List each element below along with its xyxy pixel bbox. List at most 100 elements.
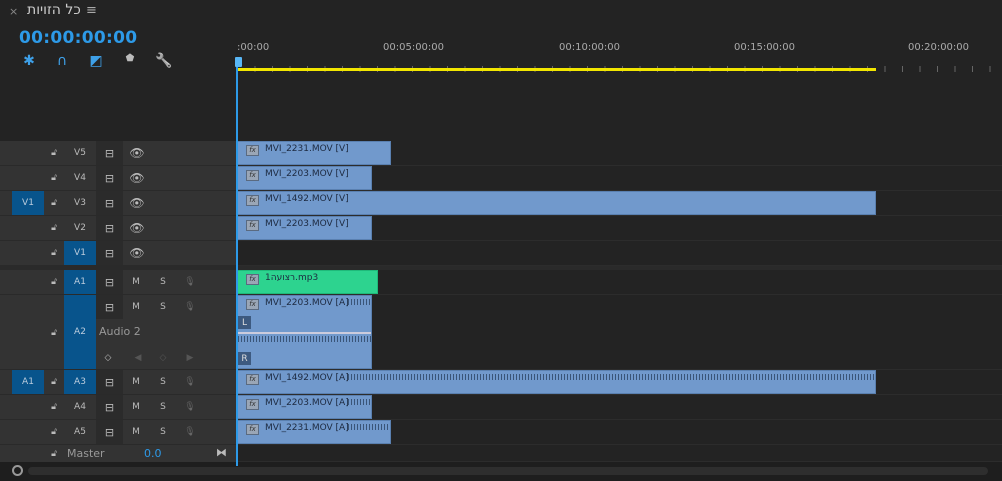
mute-button[interactable]: M xyxy=(128,295,144,319)
magnet-icon[interactable]: ∩ xyxy=(53,53,71,69)
track-header-a1: 🔓︎ A1 ⊟ M S 🎙︎ xyxy=(0,270,236,295)
playhead-line[interactable] xyxy=(236,58,238,466)
solo-button[interactable]: S xyxy=(155,295,171,319)
clip-a5[interactable]: fx MVI_2231.MOV [A] xyxy=(237,420,391,444)
sync-lock-icon[interactable]: ⊟ xyxy=(96,370,123,394)
track-header-a4: 🔓︎ A4 ⊟ M S 🎙︎ xyxy=(0,395,236,420)
sync-lock-icon[interactable]: ⊟ xyxy=(96,270,123,294)
mute-button[interactable]: M xyxy=(128,395,144,419)
playhead-timecode[interactable]: 00:00:00:00 xyxy=(19,28,137,48)
source-patch[interactable]: A1 xyxy=(12,370,44,394)
eye-icon[interactable]: 👁︎ xyxy=(127,166,147,190)
mic-icon[interactable]: 🎙︎ xyxy=(182,370,198,394)
track-target-toggle[interactable]: V1 xyxy=(64,241,96,265)
lock-icon[interactable]: 🔓︎ xyxy=(46,370,62,394)
close-tab-icon[interactable]: × xyxy=(9,5,18,18)
solo-button[interactable]: S xyxy=(155,370,171,394)
eye-icon[interactable]: 👁︎ xyxy=(127,241,147,265)
sync-lock-icon[interactable]: ⊟ xyxy=(96,216,123,240)
lock-icon[interactable]: 🔓︎ xyxy=(46,445,62,462)
add-marker-icon[interactable]: ⬟ xyxy=(121,53,139,69)
fx-badge[interactable]: fx xyxy=(246,374,259,385)
clip-a4[interactable]: fx MVI_2203.MOV [A] xyxy=(237,395,372,419)
clip-v3[interactable]: fx MVI_1492.MOV [V] xyxy=(237,191,876,215)
eye-icon[interactable]: 👁︎ xyxy=(127,141,147,165)
clip-v2[interactable]: fx MVI_2203.MOV [V] xyxy=(237,216,372,240)
playhead-handle[interactable] xyxy=(235,57,242,67)
mic-icon[interactable]: 🎙︎ xyxy=(182,295,198,319)
mute-button[interactable]: M xyxy=(128,370,144,394)
fx-badge[interactable]: fx xyxy=(246,195,259,206)
panel-menu-icon[interactable]: ≡ xyxy=(86,3,97,18)
next-keyframe-icon[interactable]: ▶ xyxy=(183,346,197,370)
mic-icon[interactable]: 🎙︎ xyxy=(182,420,198,444)
track-header-v4: 🔓︎ V4 ⊟ 👁︎ xyxy=(0,166,236,191)
track-target-toggle[interactable]: V4 xyxy=(64,166,96,190)
track-target-toggle[interactable]: A4 xyxy=(64,395,96,419)
clip-a3[interactable]: fx MVI_1492.MOV [A] xyxy=(237,370,876,394)
work-area-bar[interactable] xyxy=(237,68,876,71)
clip-a2[interactable]: fx MVI_2203.MOV [A] L R xyxy=(237,295,372,369)
fx-badge[interactable]: fx xyxy=(246,274,259,285)
lock-icon[interactable]: 🔓︎ xyxy=(46,141,62,165)
sync-lock-icon[interactable]: ⊟ xyxy=(96,141,123,165)
clip-v5[interactable]: fx MVI_2231.MOV [V] xyxy=(237,141,391,165)
fx-badge[interactable]: fx xyxy=(246,399,259,410)
fit-icon[interactable]: ⧓ xyxy=(216,446,227,459)
snap-icon[interactable]: ✱ xyxy=(20,53,38,69)
track-header-a3: A1 🔓︎ A3 ⊟ M S 🎙︎ xyxy=(0,370,236,395)
track-lane[interactable] xyxy=(237,241,1002,266)
linked-selection-icon[interactable]: ◩ xyxy=(87,53,105,69)
lock-icon[interactable]: 🔓︎ xyxy=(46,216,62,240)
eye-icon[interactable]: 👁︎ xyxy=(127,216,147,240)
track-target-toggle[interactable]: V2 xyxy=(64,216,96,240)
zoom-handle-left[interactable] xyxy=(12,465,23,476)
mic-icon[interactable]: 🎙︎ xyxy=(182,395,198,419)
track-target-toggle[interactable]: A1 xyxy=(64,270,96,294)
fx-badge[interactable]: fx xyxy=(246,170,259,181)
sync-lock-icon[interactable]: ⊟ xyxy=(96,241,123,265)
eye-icon[interactable]: 👁︎ xyxy=(127,191,147,215)
sync-lock-icon[interactable]: ⊟ xyxy=(96,191,123,215)
solo-button[interactable]: S xyxy=(155,270,171,294)
lock-icon[interactable]: 🔓︎ xyxy=(46,191,62,215)
track-target-toggle[interactable]: A2 xyxy=(64,295,96,369)
track-target-toggle[interactable]: V5 xyxy=(64,141,96,165)
track-target-toggle[interactable]: V3 xyxy=(64,191,96,215)
prev-keyframe-icon[interactable]: ◀ xyxy=(131,346,145,370)
lock-icon[interactable]: 🔓︎ xyxy=(46,395,62,419)
source-patch[interactable]: V1 xyxy=(12,191,44,215)
clip-a1[interactable]: fx רצועה1.mp3 xyxy=(237,270,378,294)
mute-button[interactable]: M xyxy=(128,420,144,444)
add-keyframe-icon[interactable]: ◇ xyxy=(156,346,170,370)
master-volume[interactable]: 0.0 xyxy=(144,447,162,460)
keyframe-options-icon[interactable]: ◇ xyxy=(100,346,116,370)
sync-lock-icon[interactable]: ⊟ xyxy=(96,395,123,419)
track-target-toggle[interactable]: A5 xyxy=(64,420,96,444)
panel-tab-bar: × כל הזויות ≡ xyxy=(0,0,1002,24)
lock-icon[interactable]: 🔓︎ xyxy=(46,420,62,444)
fx-badge[interactable]: fx xyxy=(246,145,259,156)
mic-icon[interactable]: 🎙︎ xyxy=(182,270,198,294)
lock-icon[interactable]: 🔓︎ xyxy=(46,166,62,190)
fx-badge[interactable]: fx xyxy=(246,299,259,310)
lock-icon[interactable]: 🔓︎ xyxy=(46,241,62,265)
fx-badge[interactable]: fx xyxy=(246,424,259,435)
solo-button[interactable]: S xyxy=(155,420,171,444)
track-target-toggle[interactable]: A3 xyxy=(64,370,96,394)
sync-lock-icon[interactable]: ⊟ xyxy=(96,166,123,190)
track-header-v5: 🔓︎ V5 ⊟ 👁︎ xyxy=(0,141,236,166)
sync-lock-icon[interactable]: ⊟ xyxy=(96,295,123,319)
waveform xyxy=(348,424,390,430)
clip-v4[interactable]: fx MVI_2203.MOV [V] xyxy=(237,166,372,190)
horizontal-scrollbar[interactable] xyxy=(0,462,1002,481)
sync-lock-icon[interactable]: ⊟ xyxy=(96,420,123,444)
sequence-tab-title[interactable]: כל הזויות xyxy=(27,2,81,18)
scrollbar-thumb[interactable] xyxy=(28,467,988,475)
lock-icon[interactable]: 🔓︎ xyxy=(46,321,62,345)
mute-button[interactable]: M xyxy=(128,270,144,294)
solo-button[interactable]: S xyxy=(155,395,171,419)
fx-badge[interactable]: fx xyxy=(246,220,259,231)
lock-icon[interactable]: 🔓︎ xyxy=(46,270,62,294)
wrench-icon[interactable]: 🔧 xyxy=(155,53,173,69)
